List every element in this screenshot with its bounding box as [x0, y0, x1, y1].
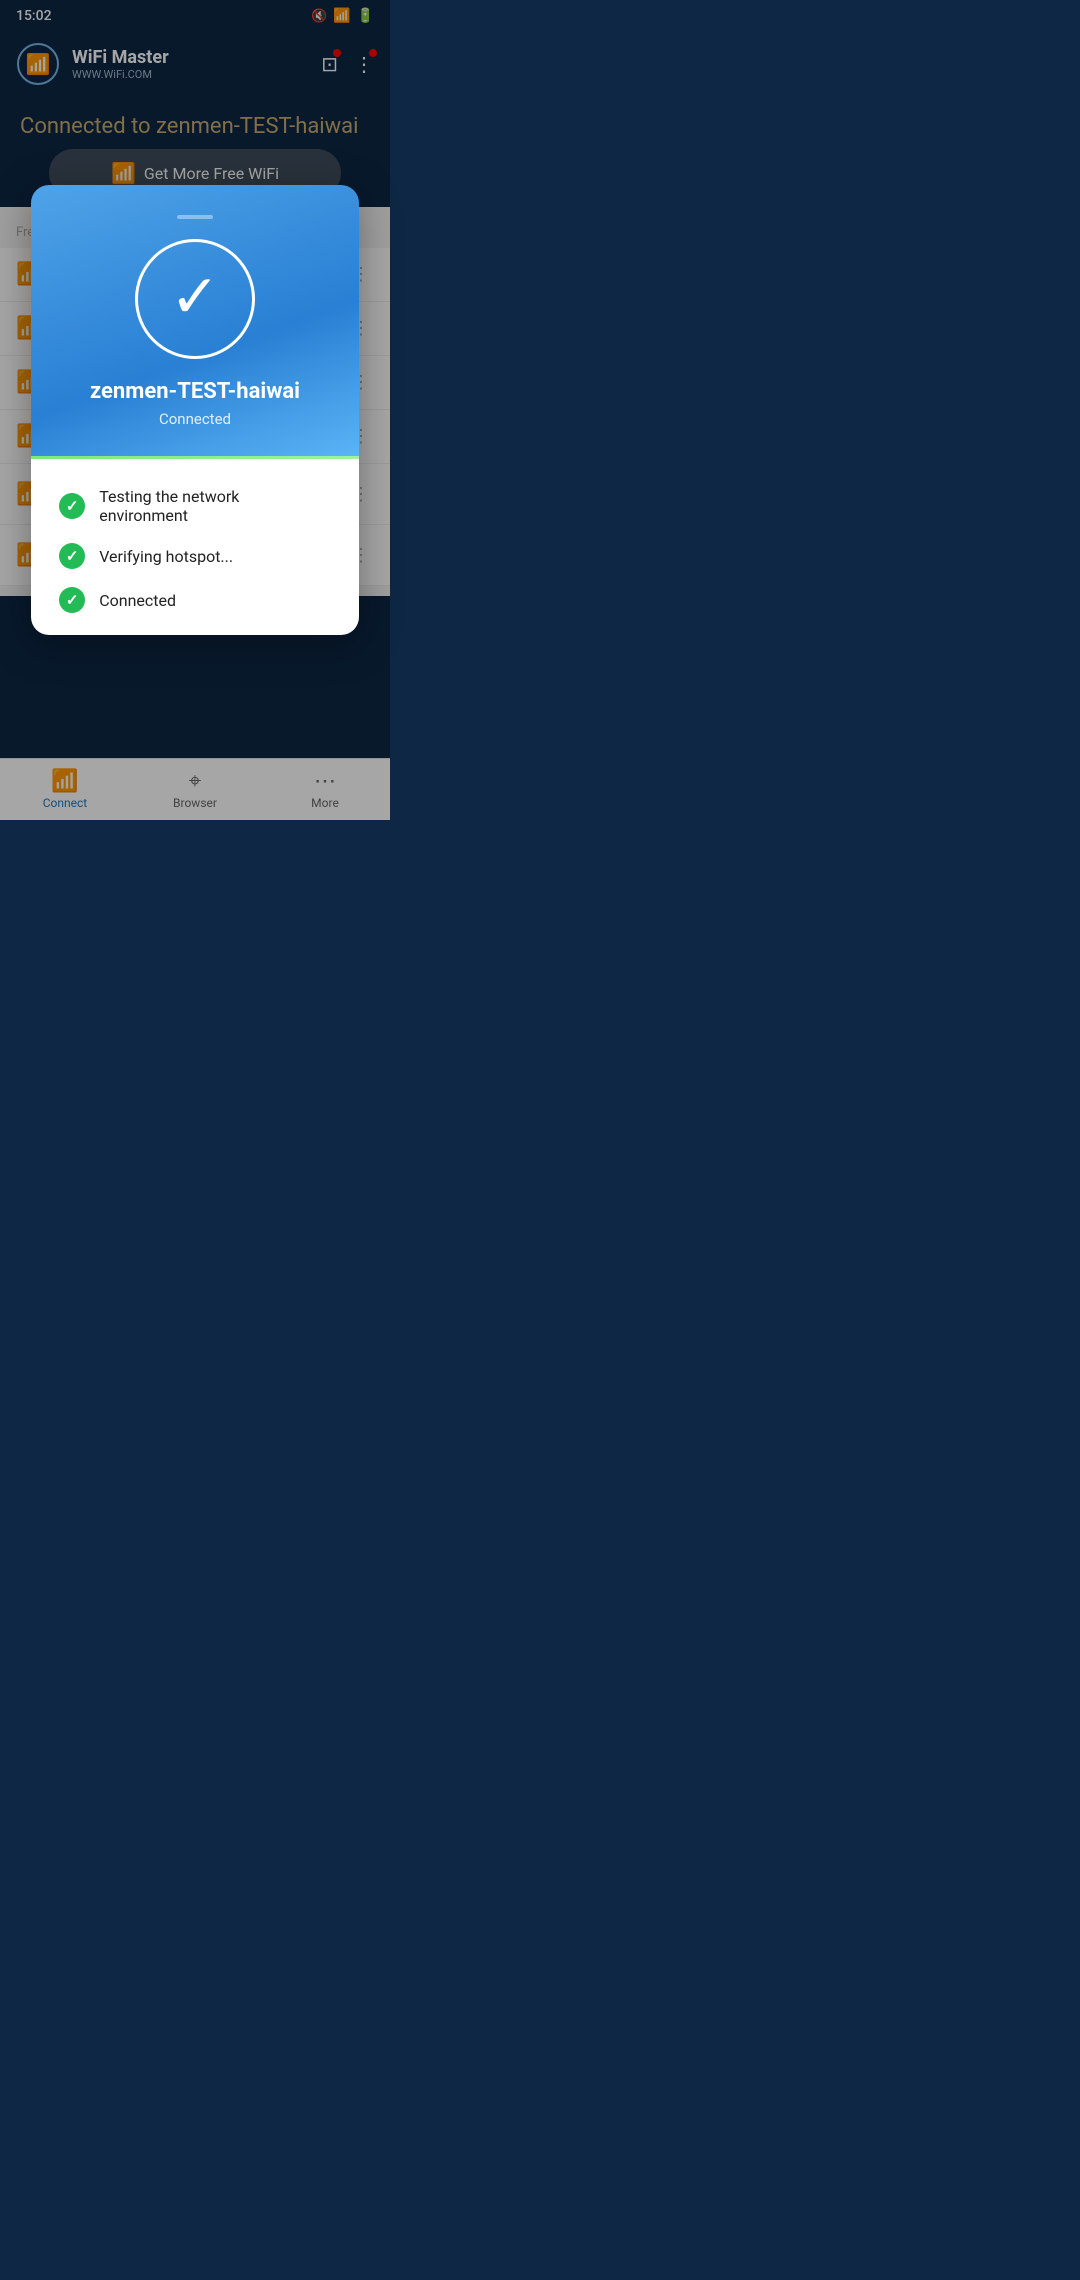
modal-top: ✓ zenmen-TEST-haiwai Connected: [31, 185, 359, 456]
check-item-3: ✓ Connected: [59, 587, 331, 613]
check-label-2: Verifying hotspot...: [99, 547, 233, 566]
green-check-icon-1: ✓: [59, 493, 85, 519]
modal-ssid: zenmen-TEST-haiwai: [90, 379, 300, 404]
check-item-2: ✓ Verifying hotspot...: [59, 543, 331, 569]
check-label-1: Testing the network environment: [99, 487, 331, 525]
green-check-icon-2: ✓: [59, 543, 85, 569]
green-check-icon-3: ✓: [59, 587, 85, 613]
check-item-1: ✓ Testing the network environment: [59, 487, 331, 525]
modal-status: Connected: [159, 410, 231, 428]
connection-modal: ✓ zenmen-TEST-haiwai Connected ✓ Testing…: [31, 185, 359, 635]
modal-overlay[interactable]: ✓ zenmen-TEST-haiwai Connected ✓ Testing…: [0, 0, 390, 820]
check-circle: ✓: [135, 239, 255, 359]
check-icon: ✓: [170, 267, 220, 327]
check-label-3: Connected: [99, 591, 176, 610]
modal-bottom: ✓ Testing the network environment ✓ Veri…: [31, 459, 359, 635]
drag-handle: [177, 215, 213, 219]
